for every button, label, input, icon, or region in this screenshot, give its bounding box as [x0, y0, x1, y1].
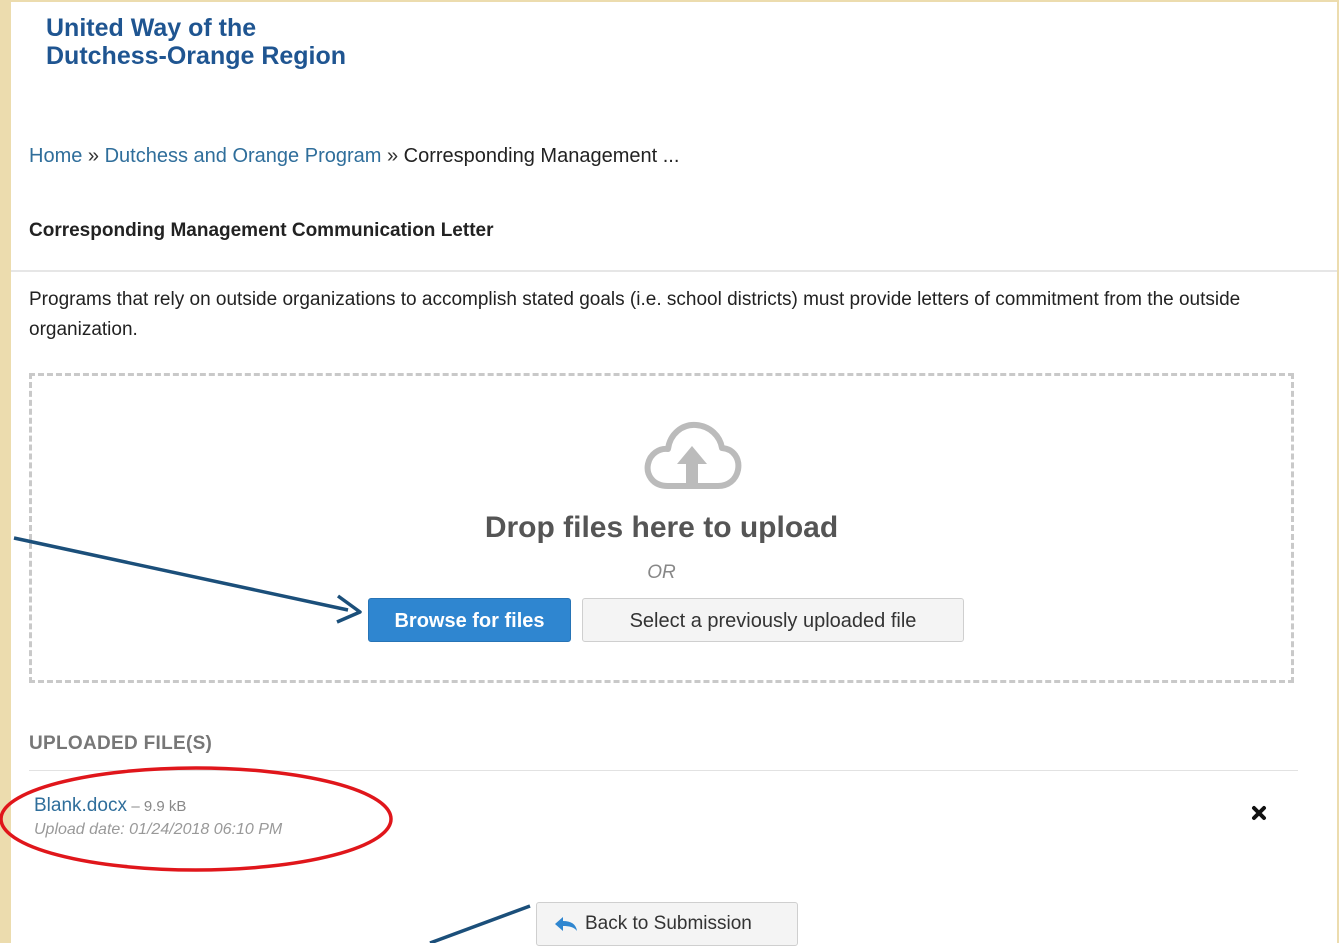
file-size: – 9.9 kB [131, 798, 187, 815]
org-title-line2: Dutchess-Orange Region [46, 42, 347, 70]
file-name-link[interactable]: Blank.docx [34, 795, 127, 816]
back-to-submission-button[interactable]: Back to Submission [536, 902, 798, 946]
breadcrumb-home-link[interactable]: Home [29, 145, 82, 167]
breadcrumb-separator: » [386, 145, 399, 167]
page-description: Programs that rely on outside organizati… [29, 289, 1241, 340]
uploaded-files-divider [29, 770, 1298, 771]
back-to-submission-label: Back to Submission [585, 913, 752, 934]
file-dropzone[interactable]: Drop files here to upload OR Browse for … [29, 373, 1294, 683]
or-text: OR [647, 562, 676, 583]
breadcrumb: Home » Dutchess and Orange Program » Cor… [29, 143, 679, 169]
uploaded-files-heading: UPLOADED FILE(S) [29, 733, 213, 754]
title-divider [11, 270, 1337, 272]
drop-files-text: Drop files here to upload [484, 511, 839, 544]
cloud-upload-icon [644, 421, 742, 489]
select-previous-file-button[interactable]: Select a previously uploaded file [582, 598, 964, 642]
org-title: United Way of the Dutchess-Orange Region [46, 14, 346, 70]
reply-arrow-icon [555, 917, 577, 931]
file-upload-date: Upload date: 01/24/2018 06:10 PM [34, 821, 283, 838]
frame-top [0, 0, 1339, 2]
remove-file-icon[interactable] [1250, 804, 1268, 822]
breadcrumb-program-link[interactable]: Dutchess and Orange Program [105, 145, 382, 167]
annotation-arrow-back [429, 904, 531, 943]
page-title: Corresponding Management Communication L… [29, 220, 494, 241]
browse-files-button[interactable]: Browse for files [368, 598, 571, 642]
uploaded-file-item: Blank.docx – 9.9 kB Upload date: 01/24/2… [34, 795, 282, 839]
frame-left [0, 0, 11, 943]
breadcrumb-current: Corresponding Management ... [403, 145, 680, 167]
breadcrumb-separator: » [87, 145, 100, 167]
org-title-line1: United Way of the [46, 14, 257, 42]
